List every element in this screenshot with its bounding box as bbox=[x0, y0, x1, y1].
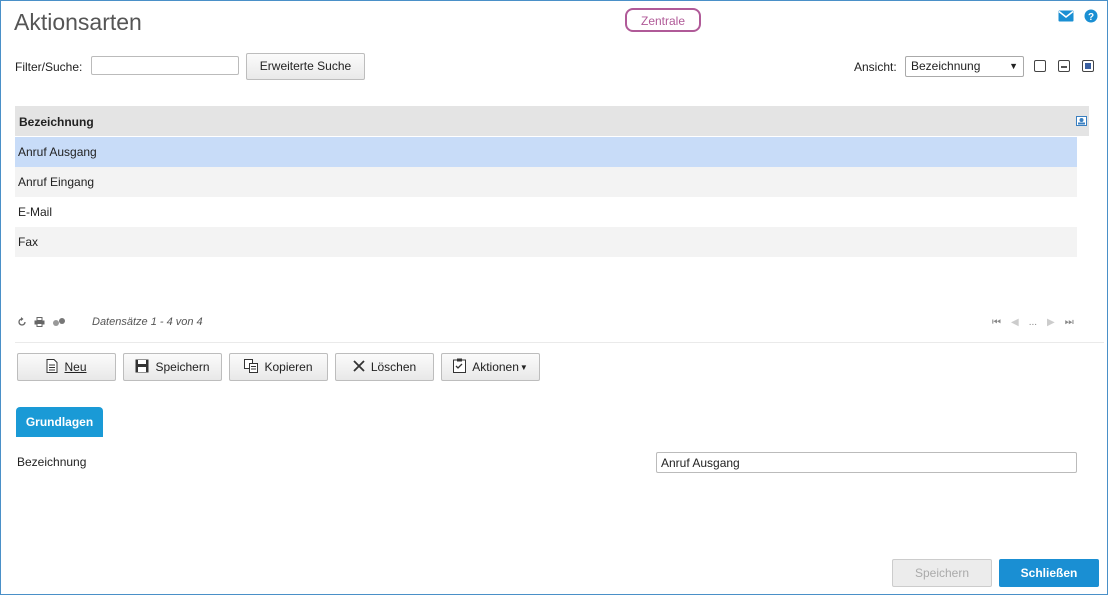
chevron-down-icon: ▼ bbox=[1009, 61, 1018, 71]
copy-button[interactable]: Kopieren bbox=[229, 353, 328, 381]
copy-icon bbox=[244, 358, 259, 376]
divider bbox=[15, 342, 1104, 343]
close-icon bbox=[353, 359, 365, 375]
top-icons: ? bbox=[1058, 9, 1098, 23]
copy-button-label: Kopieren bbox=[264, 360, 313, 374]
record-count: Datensätze 1 - 4 von 4 bbox=[92, 316, 203, 328]
caret-down-icon: ▼ bbox=[519, 362, 528, 372]
first-page-icon[interactable]: ⏮ bbox=[992, 317, 1001, 328]
filter-search-input[interactable] bbox=[91, 56, 239, 75]
print-icon[interactable] bbox=[34, 316, 45, 330]
table-row[interactable]: Anruf Eingang bbox=[15, 167, 1077, 197]
table-row[interactable]: Fax bbox=[15, 227, 1077, 257]
grid-tools bbox=[17, 316, 66, 330]
context-badge[interactable]: Zentrale bbox=[625, 8, 701, 32]
tab-grundlagen[interactable]: Grundlagen bbox=[16, 407, 103, 437]
mail-icon[interactable] bbox=[1058, 10, 1074, 22]
save-button-label: Speichern bbox=[155, 360, 210, 374]
clipboard-icon bbox=[453, 358, 467, 376]
view-select[interactable]: Bezeichnung ▼ bbox=[905, 56, 1024, 77]
delete-button-label: Löschen bbox=[370, 360, 417, 374]
document-icon bbox=[46, 358, 58, 376]
new-button[interactable]: Neu bbox=[17, 353, 116, 381]
page-title: Aktionsarten bbox=[14, 9, 142, 35]
footer-close-button[interactable]: Schließen bbox=[999, 559, 1099, 587]
last-page-icon[interactable]: ⏭ bbox=[1065, 317, 1074, 328]
view-mode-list-button[interactable] bbox=[1034, 60, 1046, 72]
save-button[interactable]: Speichern bbox=[123, 353, 222, 381]
actions-menu-button[interactable]: Aktionen ▼ bbox=[441, 353, 540, 381]
refresh-icon[interactable] bbox=[17, 316, 27, 330]
svg-text:?: ? bbox=[1088, 12, 1094, 23]
column-header-bezeichnung[interactable]: Bezeichnung bbox=[19, 115, 94, 129]
filter-label: Filter/Suche: bbox=[15, 60, 83, 74]
help-icon[interactable]: ? bbox=[1084, 9, 1098, 23]
grid-header: Bezeichnung bbox=[15, 106, 1089, 136]
actions-menu-label: Aktionen bbox=[472, 360, 519, 374]
column-config-icon[interactable] bbox=[1076, 115, 1087, 129]
delete-button[interactable]: Löschen bbox=[335, 353, 434, 381]
table-row[interactable]: Anruf Ausgang bbox=[15, 137, 1077, 167]
next-page-icon[interactable]: ▶ bbox=[1047, 317, 1055, 328]
bezeichnung-field[interactable] bbox=[656, 452, 1077, 473]
view-label: Ansicht: bbox=[854, 60, 897, 74]
page-ellipsis: ... bbox=[1028, 317, 1038, 328]
new-button-label: Neu bbox=[64, 360, 87, 374]
pagination: ⏮ ◀ ... ▶ ⏭ bbox=[992, 317, 1074, 328]
table-row[interactable]: E-Mail bbox=[15, 197, 1077, 227]
floppy-icon bbox=[135, 359, 149, 376]
field-label-bezeichnung: Bezeichnung bbox=[17, 455, 87, 469]
view-select-value: Bezeichnung bbox=[911, 59, 981, 73]
prev-page-icon[interactable]: ◀ bbox=[1011, 317, 1019, 328]
view-mode-split-button[interactable] bbox=[1058, 60, 1070, 72]
view-mode-detail-button[interactable] bbox=[1082, 60, 1094, 72]
window-frame bbox=[0, 0, 1108, 595]
export-icon[interactable] bbox=[52, 316, 66, 330]
advanced-search-button[interactable]: Erweiterte Suche bbox=[246, 53, 365, 80]
footer-save-button[interactable]: Speichern bbox=[892, 559, 992, 587]
